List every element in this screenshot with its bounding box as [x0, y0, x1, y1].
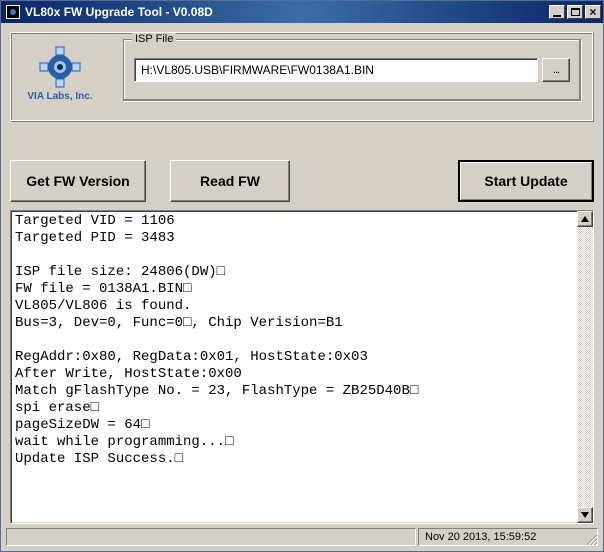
titlebar[interactable]: VL80x FW Upgrade Tool - V0.08D ×: [1, 1, 603, 23]
isp-file-group: ISP File H:\VL805.USB\FIRMWARE\FW0138A1.…: [123, 39, 581, 101]
vendor-label: VIA Labs, Inc.: [23, 91, 97, 102]
close-button[interactable]: ×: [585, 5, 601, 19]
read-fw-button[interactable]: Read FW: [170, 160, 290, 202]
client-area: VIA Labs, Inc. ISP File H:\VL805.USB\FIR…: [4, 26, 600, 548]
isp-file-path-input[interactable]: H:\VL805.USB\FIRMWARE\FW0138A1.BIN: [134, 58, 538, 82]
resize-grip-icon[interactable]: [584, 532, 598, 546]
scroll-up-button[interactable]: [577, 211, 593, 227]
scroll-down-button[interactable]: [577, 507, 593, 523]
scroll-track[interactable]: [577, 227, 593, 507]
upper-panel: VIA Labs, Inc. ISP File H:\VL805.USB\FIR…: [10, 32, 594, 122]
app-icon: [5, 4, 21, 20]
start-update-button[interactable]: Start Update: [458, 160, 594, 202]
log-text[interactable]: Targeted VID = 1106 Targeted PID = 3483 …: [11, 211, 577, 523]
log-output: Targeted VID = 1106 Targeted PID = 3483 …: [10, 210, 594, 524]
log-scrollbar[interactable]: [577, 211, 593, 523]
status-cell-left: [6, 528, 416, 546]
get-fw-version-button[interactable]: Get FW Version: [10, 160, 146, 202]
browse-button[interactable]: ...: [542, 58, 570, 82]
statusbar: Nov 20 2013, 15:59:52: [6, 528, 598, 546]
vendor-logo: VIA Labs, Inc.: [23, 45, 97, 102]
window-controls: ×: [549, 5, 603, 19]
maximize-button[interactable]: [567, 5, 583, 19]
status-timestamp: Nov 20 2013, 15:59:52: [418, 528, 598, 546]
minimize-button[interactable]: [549, 5, 565, 19]
action-buttons: Get FW Version Read FW Start Update: [10, 160, 594, 202]
isp-group-label: ISP File: [132, 33, 176, 45]
app-window: VL80x FW Upgrade Tool - V0.08D × VIA Lab…: [0, 0, 604, 552]
window-title: VL80x FW Upgrade Tool - V0.08D: [25, 5, 549, 19]
